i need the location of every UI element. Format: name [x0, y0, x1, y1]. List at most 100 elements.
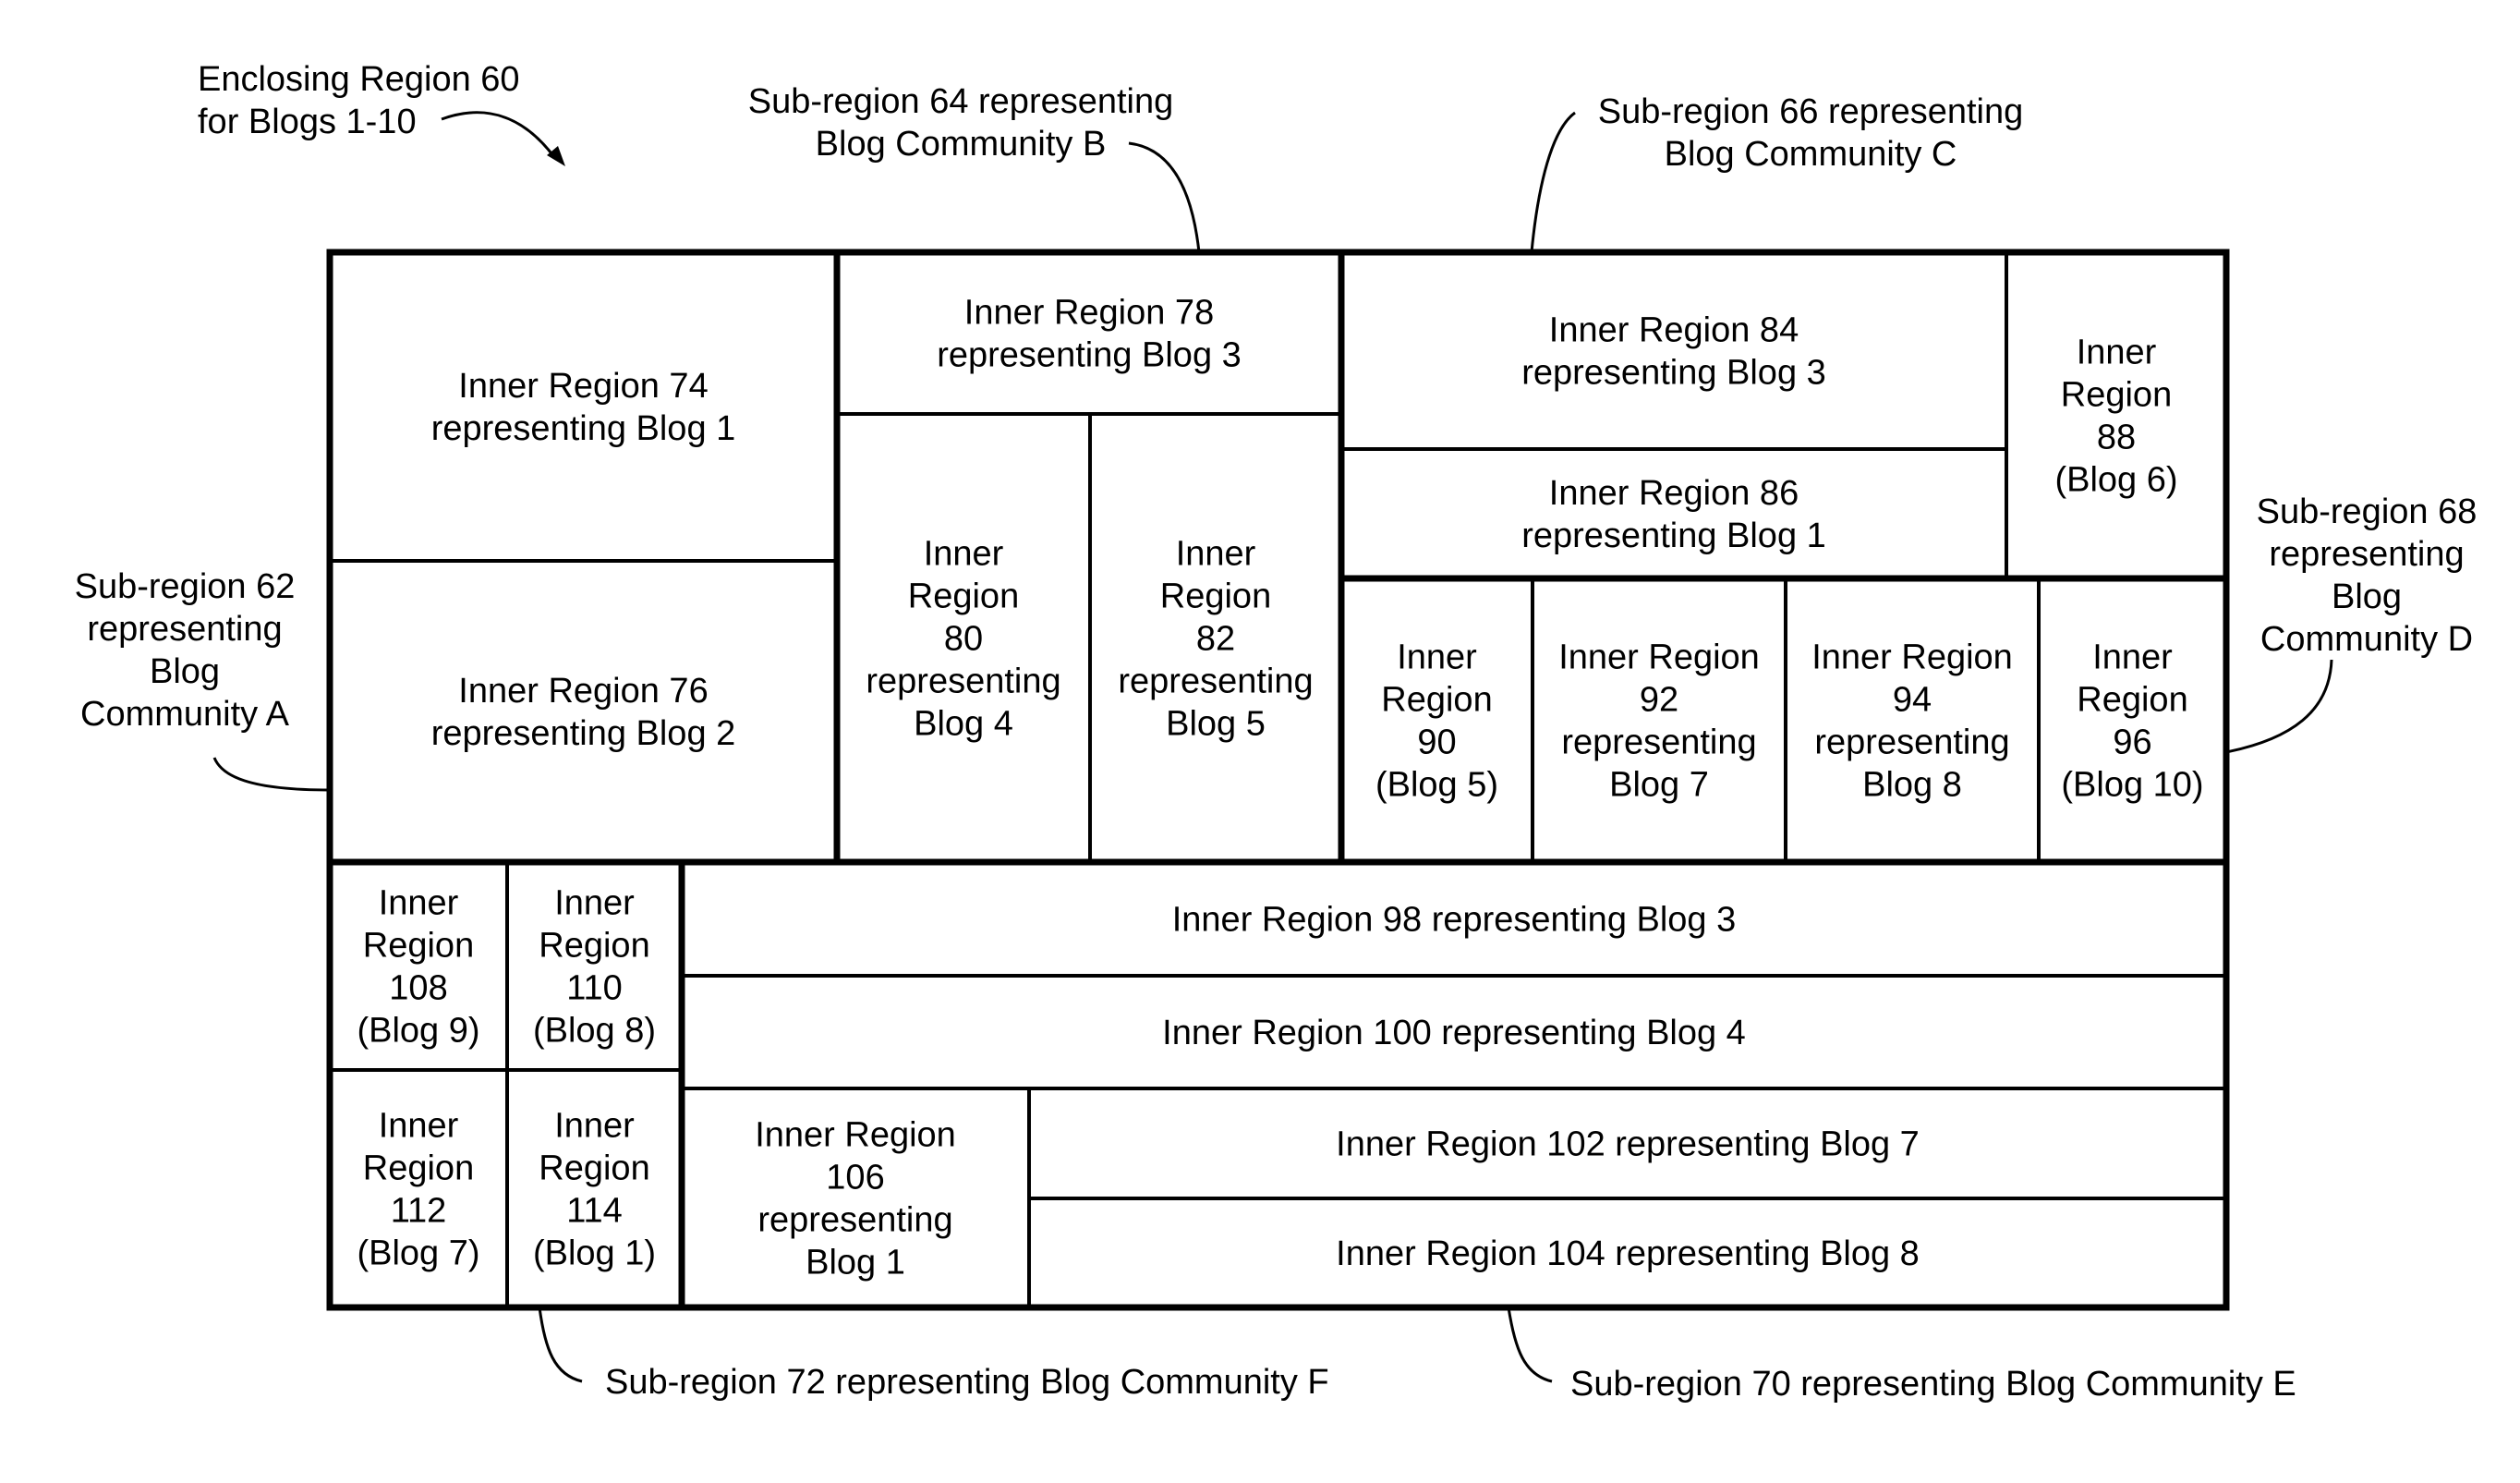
- text-line: (Blog 1): [533, 1234, 656, 1273]
- text-line: Inner Region: [755, 1116, 956, 1155]
- text-line: Sub-region 64 representing: [748, 82, 1174, 121]
- inner-region-80: Inner Region 80 representing Blog 4: [866, 535, 1060, 744]
- text-line: Region: [2061, 376, 2172, 415]
- text-line: 96: [2113, 723, 2151, 762]
- text-line: Blog: [150, 652, 220, 691]
- text-line: (Blog 8): [533, 1012, 656, 1051]
- text-line: Blog 4: [914, 705, 1013, 744]
- text-line: 92: [1640, 681, 1678, 720]
- inner-region-108: Inner Region 108 (Blog 9): [357, 884, 479, 1051]
- text-line: 110: [566, 969, 623, 1008]
- text-line: representing Blog 1: [1521, 517, 1826, 555]
- text-line: 90: [1417, 723, 1456, 762]
- text-line: Inner: [2077, 334, 2157, 372]
- text-line: representing Blog 1: [431, 409, 736, 448]
- leader-d: [2225, 659, 2333, 754]
- text-line: Inner Region 86: [1549, 474, 1799, 513]
- text-line: Inner: [554, 884, 635, 923]
- text-line: Sub-region 72 representing Blog Communit…: [605, 1363, 1329, 1402]
- text-line: Sub-region 70 representing Blog Communit…: [1570, 1365, 2296, 1404]
- text-line: for Blogs 1-10: [198, 103, 417, 141]
- inner-region-98: Inner Region 98 representing Blog 3: [1172, 901, 1737, 940]
- text-line: Region: [363, 1149, 474, 1188]
- treemap-diagram: Enclosing Region 60 for Blogs 1-10 Sub-re…: [75, 60, 2478, 1404]
- inner-region-114: Inner Region 114 (Blog 1): [533, 1107, 656, 1273]
- text-line: representing: [2269, 535, 2464, 574]
- text-line: Region: [2077, 681, 2187, 720]
- inner-region-86: Inner Region 86 representing Blog 1: [1521, 474, 1826, 555]
- inner-region-74: Inner Region 74 representing Blog 1: [431, 367, 736, 448]
- text-line: representing Blog 3: [937, 336, 1242, 375]
- text-line: representing: [87, 610, 282, 649]
- text-line: Community D: [2260, 620, 2473, 659]
- text-line: Inner: [2092, 638, 2173, 677]
- text-line: Region: [1160, 577, 1271, 616]
- text-line: Inner Region 100 representing Blog 4: [1162, 1014, 1746, 1052]
- text-line: Blog 8: [1862, 766, 1962, 805]
- callout-community-d: Sub-region 68 representing Blog Community D: [2257, 492, 2478, 659]
- inner-region-102: Inner Region 102 representing Blog 7: [1336, 1125, 1920, 1164]
- inner-region-110: Inner Region 110 (Blog 8): [533, 884, 656, 1051]
- text-line: representing: [1814, 723, 2009, 762]
- text-line: 80: [944, 620, 983, 659]
- leader-b: [1128, 141, 1201, 253]
- inner-region-78: Inner Region 78 representing Blog 3: [937, 294, 1242, 375]
- text-line: representing Blog 2: [431, 714, 736, 753]
- text-line: Inner Region 98 representing Blog 3: [1172, 901, 1737, 940]
- text-line: Sub-region 62: [75, 567, 296, 606]
- callout-community-b: Sub-region 64 representing Blog Community…: [748, 82, 1174, 164]
- text-line: Inner: [924, 535, 1004, 574]
- text-line: (Blog 10): [2061, 766, 2203, 805]
- text-line: representing: [1561, 723, 1756, 762]
- text-line: Inner: [554, 1107, 635, 1146]
- text-line: Inner Region: [1811, 638, 2013, 677]
- text-line: Region: [539, 927, 649, 966]
- text-line: (Blog 6): [2054, 461, 2177, 500]
- inner-region-96: Inner Region 96 (Blog 10): [2061, 638, 2203, 805]
- text-line: Inner Region: [1558, 638, 1760, 677]
- text-line: Region: [539, 1149, 649, 1188]
- enclosing-arrow: [441, 111, 556, 158]
- text-line: Blog 1: [806, 1244, 905, 1282]
- text-line: Inner: [1176, 535, 1256, 574]
- leader-c: [1530, 111, 1576, 253]
- text-line: Sub-region 66 representing: [1598, 92, 2024, 131]
- text-line: (Blog 9): [357, 1012, 479, 1051]
- text-line: representing: [1118, 662, 1313, 701]
- text-line: 88: [2097, 419, 2136, 457]
- enclosing-region-label: Enclosing Region 60 for Blogs 1-10: [198, 60, 520, 141]
- text-line: Inner: [379, 1107, 459, 1146]
- callout-community-e: Sub-region 70 representing Blog Communit…: [1570, 1365, 2296, 1404]
- text-line: Region: [908, 577, 1019, 616]
- text-line: Inner Region 84: [1549, 311, 1799, 350]
- text-line: Inner Region 102 representing Blog 7: [1336, 1125, 1920, 1164]
- leader-e: [1507, 1307, 1553, 1383]
- callout-community-a: Sub-region 62 representing Blog Community A: [75, 567, 296, 734]
- text-line: Inner Region 104 representing Blog 8: [1336, 1234, 1920, 1273]
- text-line: representing: [757, 1201, 952, 1240]
- inner-region-104: Inner Region 104 representing Blog 8: [1336, 1234, 1920, 1273]
- text-line: Blog 5: [1166, 705, 1266, 744]
- text-line: Region: [363, 927, 474, 966]
- text-line: Blog: [2332, 577, 2402, 616]
- text-line: 94: [1893, 681, 1932, 720]
- text-line: 114: [566, 1192, 623, 1231]
- text-line: Blog Community B: [816, 125, 1107, 164]
- text-line: Sub-region 68: [2257, 492, 2478, 531]
- text-line: Region: [1381, 681, 1492, 720]
- text-line: Community A: [80, 695, 290, 734]
- text-line: Enclosing Region 60: [198, 60, 520, 99]
- inner-region-82: Inner Region 82 representing Blog 5: [1118, 535, 1313, 744]
- text-line: 112: [391, 1192, 447, 1231]
- inner-region-112: Inner Region 112 (Blog 7): [357, 1107, 479, 1273]
- text-line: Inner: [379, 884, 459, 923]
- text-line: representing: [866, 662, 1060, 701]
- text-line: 108: [389, 969, 447, 1008]
- text-line: Blog 7: [1609, 766, 1709, 805]
- text-line: 106: [826, 1159, 884, 1197]
- callout-community-f: Sub-region 72 representing Blog Communit…: [605, 1363, 1329, 1402]
- inner-region-106: Inner Region 106 representing Blog 1: [755, 1116, 956, 1282]
- text-line: (Blog 7): [357, 1234, 479, 1273]
- text-line: Inner Region 76: [458, 672, 708, 711]
- inner-region-labels: Inner Region 74 representing Blog 1 Inner…: [357, 294, 2203, 1282]
